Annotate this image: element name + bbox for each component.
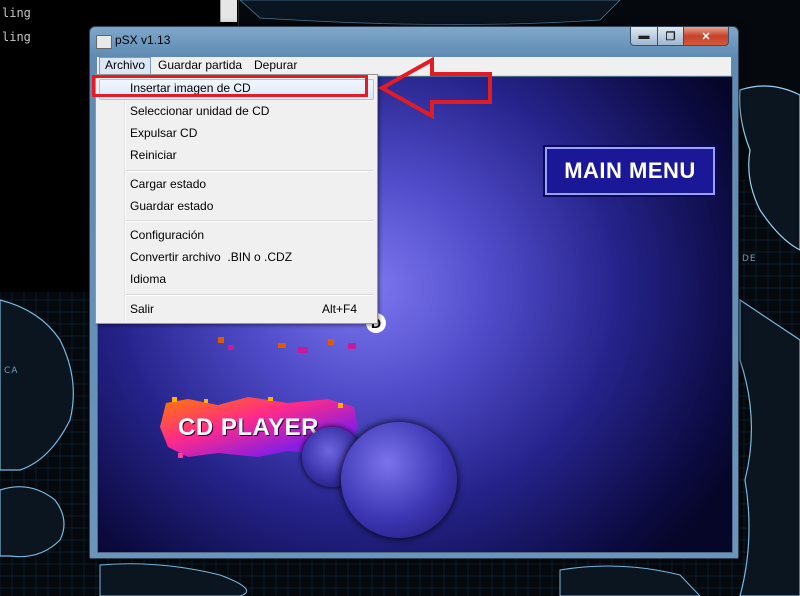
console-line: ling xyxy=(2,30,31,44)
console-scrollbar[interactable] xyxy=(220,0,237,22)
menu-separator xyxy=(126,170,374,172)
menu-item-convertir-archivo[interactable]: Convertir archivo .BIN o .CDZ xyxy=(130,248,292,266)
large-sphere xyxy=(341,422,457,538)
minimize-button[interactable]: ▬ xyxy=(630,27,658,46)
map-label-de: DE xyxy=(742,254,757,264)
menu-archivo[interactable]: Archivo xyxy=(99,57,152,75)
menu-item-reiniciar[interactable]: Reiniciar xyxy=(130,146,177,164)
menu-guardar-partida[interactable]: Guardar partida xyxy=(153,58,247,73)
window-title: pSX v1.13 xyxy=(115,33,171,47)
menu-item-expulsar-cd[interactable]: Expulsar CD xyxy=(130,124,197,142)
menu-separator xyxy=(126,294,374,296)
menu-item-seleccionar-unidad[interactable]: Seleccionar unidad de CD xyxy=(130,102,269,120)
map-label-ca: CA xyxy=(4,366,19,376)
close-button[interactable]: ✕ xyxy=(683,27,729,46)
annotation-highlight-box xyxy=(92,75,368,97)
title-bar[interactable]: pSX v1.13 ▬ ❐ ✕ xyxy=(90,27,738,57)
cd-player-label: CD PLAYER xyxy=(178,414,319,441)
menu-item-cargar-estado[interactable]: Cargar estado xyxy=(130,175,206,193)
main-menu-banner: MAIN MENU xyxy=(543,145,717,197)
menu-item-guardar-estado[interactable]: Guardar estado xyxy=(130,197,213,215)
annotation-arrow-icon xyxy=(378,56,492,120)
menu-depurar[interactable]: Depurar xyxy=(249,58,302,73)
app-icon[interactable] xyxy=(96,35,112,49)
maximize-button[interactable]: ❐ xyxy=(657,27,684,46)
salir-shortcut: Alt+F4 xyxy=(321,302,357,316)
menu-item-configuracion[interactable]: Configuración xyxy=(130,226,204,244)
menu-item-idioma[interactable]: Idioma xyxy=(130,270,166,288)
menu-item-salir[interactable]: Salir xyxy=(130,300,154,318)
console-line: ling xyxy=(2,6,31,20)
archivo-dropdown-menu: Insertar imagen de CD Seleccionar unidad… xyxy=(95,74,378,324)
menu-separator xyxy=(126,220,374,222)
